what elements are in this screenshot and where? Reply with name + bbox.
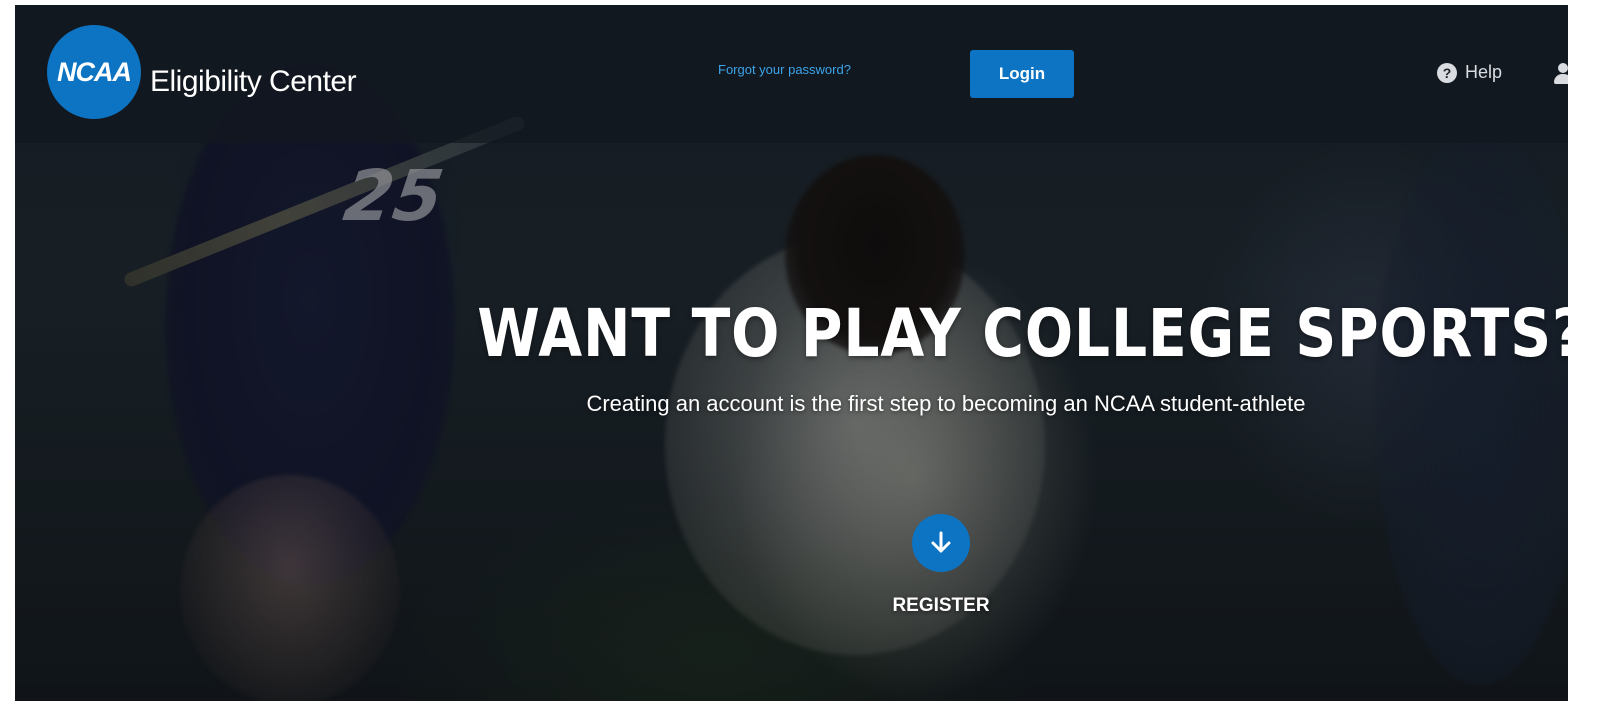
help-label: Help [1465,62,1503,82]
hero-subheadline: Creating an account is the first step to… [586,391,1306,416]
ncaa-logo[interactable]: NCAA [47,25,141,119]
arrow-down-icon [931,531,951,553]
hero-background: 25 NCAA Eligibility Center Forgot your p… [15,5,1568,701]
user-icon-shoulders [1554,74,1568,84]
help-circle-icon: ? [1437,62,1457,83]
register-arrow-button[interactable] [912,514,970,572]
hero-headline: WANT TO PLAY COLLEGE SPORTS? [477,295,1568,372]
brand-name: Eligibility Center [150,65,357,98]
register-label[interactable]: REGISTER [841,595,1041,617]
help-link[interactable]: ? Help [1437,62,1502,83]
login-button[interactable]: Login [970,50,1074,98]
site-header: NCAA Eligibility Center Forgot your pass… [15,5,1568,143]
logo-text: NCAA [57,56,132,87]
user-icon-head [1558,63,1568,73]
forgot-password-link[interactable]: Forgot your password? [718,62,851,77]
user-icon[interactable] [1553,63,1568,85]
